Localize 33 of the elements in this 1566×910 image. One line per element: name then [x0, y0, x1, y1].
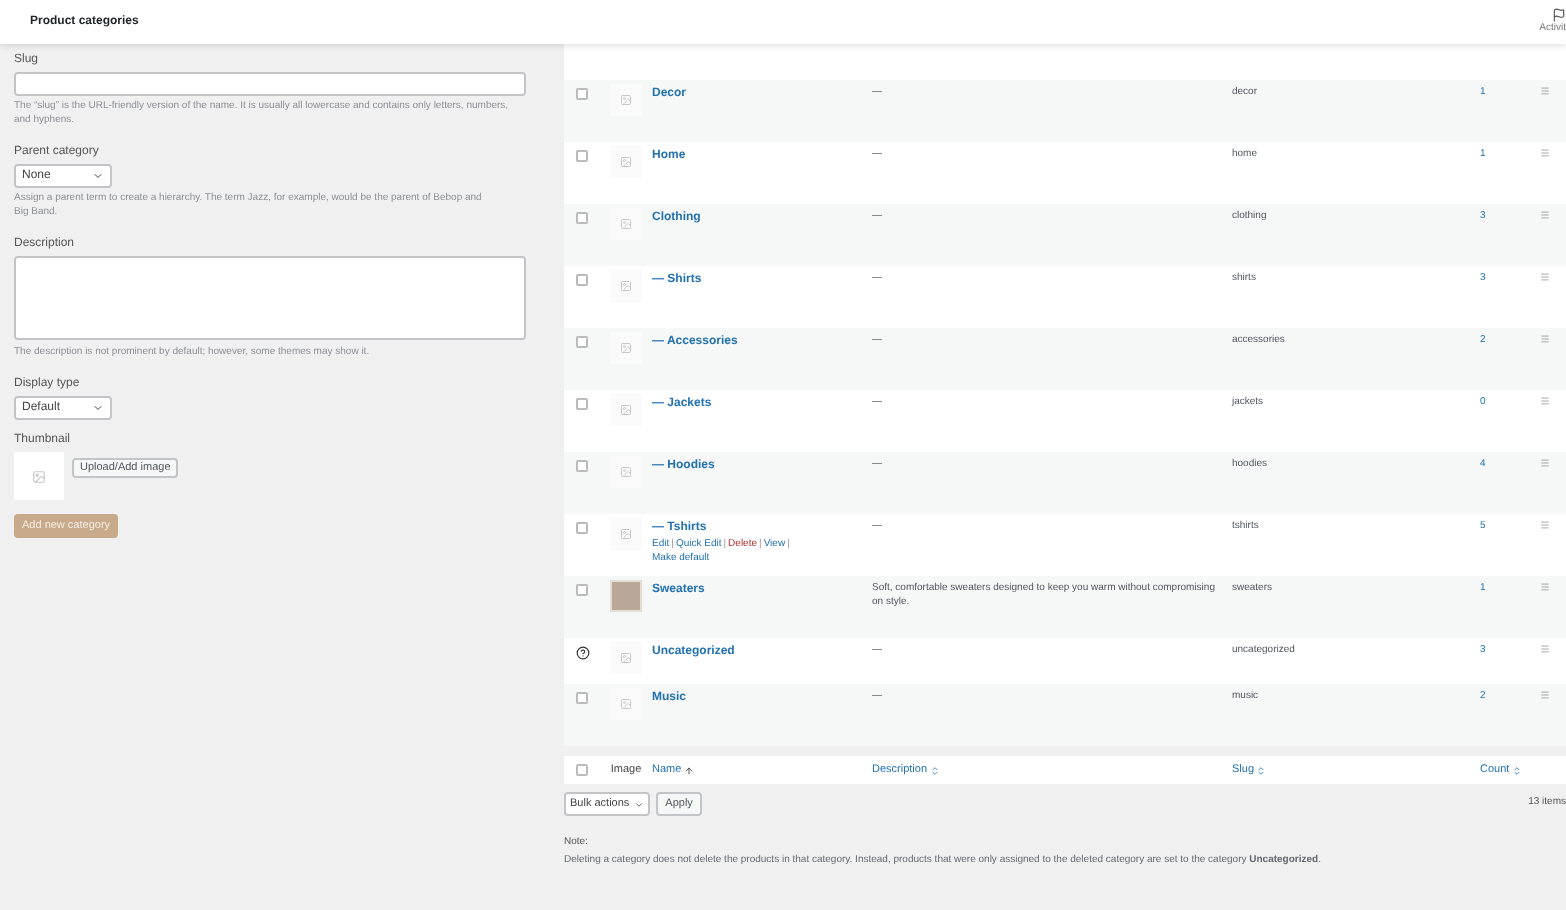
row-checkbox[interactable]	[576, 398, 588, 410]
select-all-checkbox[interactable]	[576, 764, 588, 776]
chevron-icon	[92, 402, 104, 414]
drag-handle-icon[interactable]	[1540, 458, 1550, 468]
sort-icon	[1511, 765, 1522, 775]
help-icon[interactable]	[575, 646, 589, 660]
row-checkbox[interactable]	[576, 274, 588, 286]
sort-icon	[1256, 765, 1267, 775]
drag-handle-icon[interactable]	[1540, 86, 1550, 96]
row-checkbox[interactable]	[576, 460, 588, 472]
drag-handle-icon[interactable]	[1540, 582, 1550, 592]
row-checkbox[interactable]	[576, 522, 588, 534]
row-checkbox[interactable]	[576, 692, 588, 704]
drag-handle-icon[interactable]	[1540, 644, 1550, 654]
drag-handle-icon[interactable]	[1540, 272, 1550, 282]
chevron-icon	[92, 170, 104, 182]
drag-handle-icon[interactable]	[1540, 148, 1550, 158]
description-textarea[interactable]	[14, 256, 526, 340]
row-checkbox[interactable]	[576, 212, 588, 224]
drag-handle-icon[interactable]	[1540, 396, 1550, 406]
drag-handle-icon[interactable]	[1540, 210, 1550, 220]
drag-handle-icon[interactable]	[1540, 520, 1550, 530]
drag-handle-icon[interactable]	[1540, 334, 1550, 344]
row-checkbox[interactable]	[576, 150, 588, 162]
flag-icon[interactable]	[1552, 7, 1566, 22]
row-checkbox[interactable]	[576, 584, 588, 596]
row-checkbox[interactable]	[576, 336, 588, 348]
row-checkbox[interactable]	[576, 88, 588, 100]
drag-handle-icon[interactable]	[1540, 690, 1550, 700]
chevron-icon	[633, 799, 644, 809]
image-icon	[32, 469, 46, 483]
slug-input[interactable]	[14, 72, 526, 96]
sort-icon	[929, 765, 940, 775]
